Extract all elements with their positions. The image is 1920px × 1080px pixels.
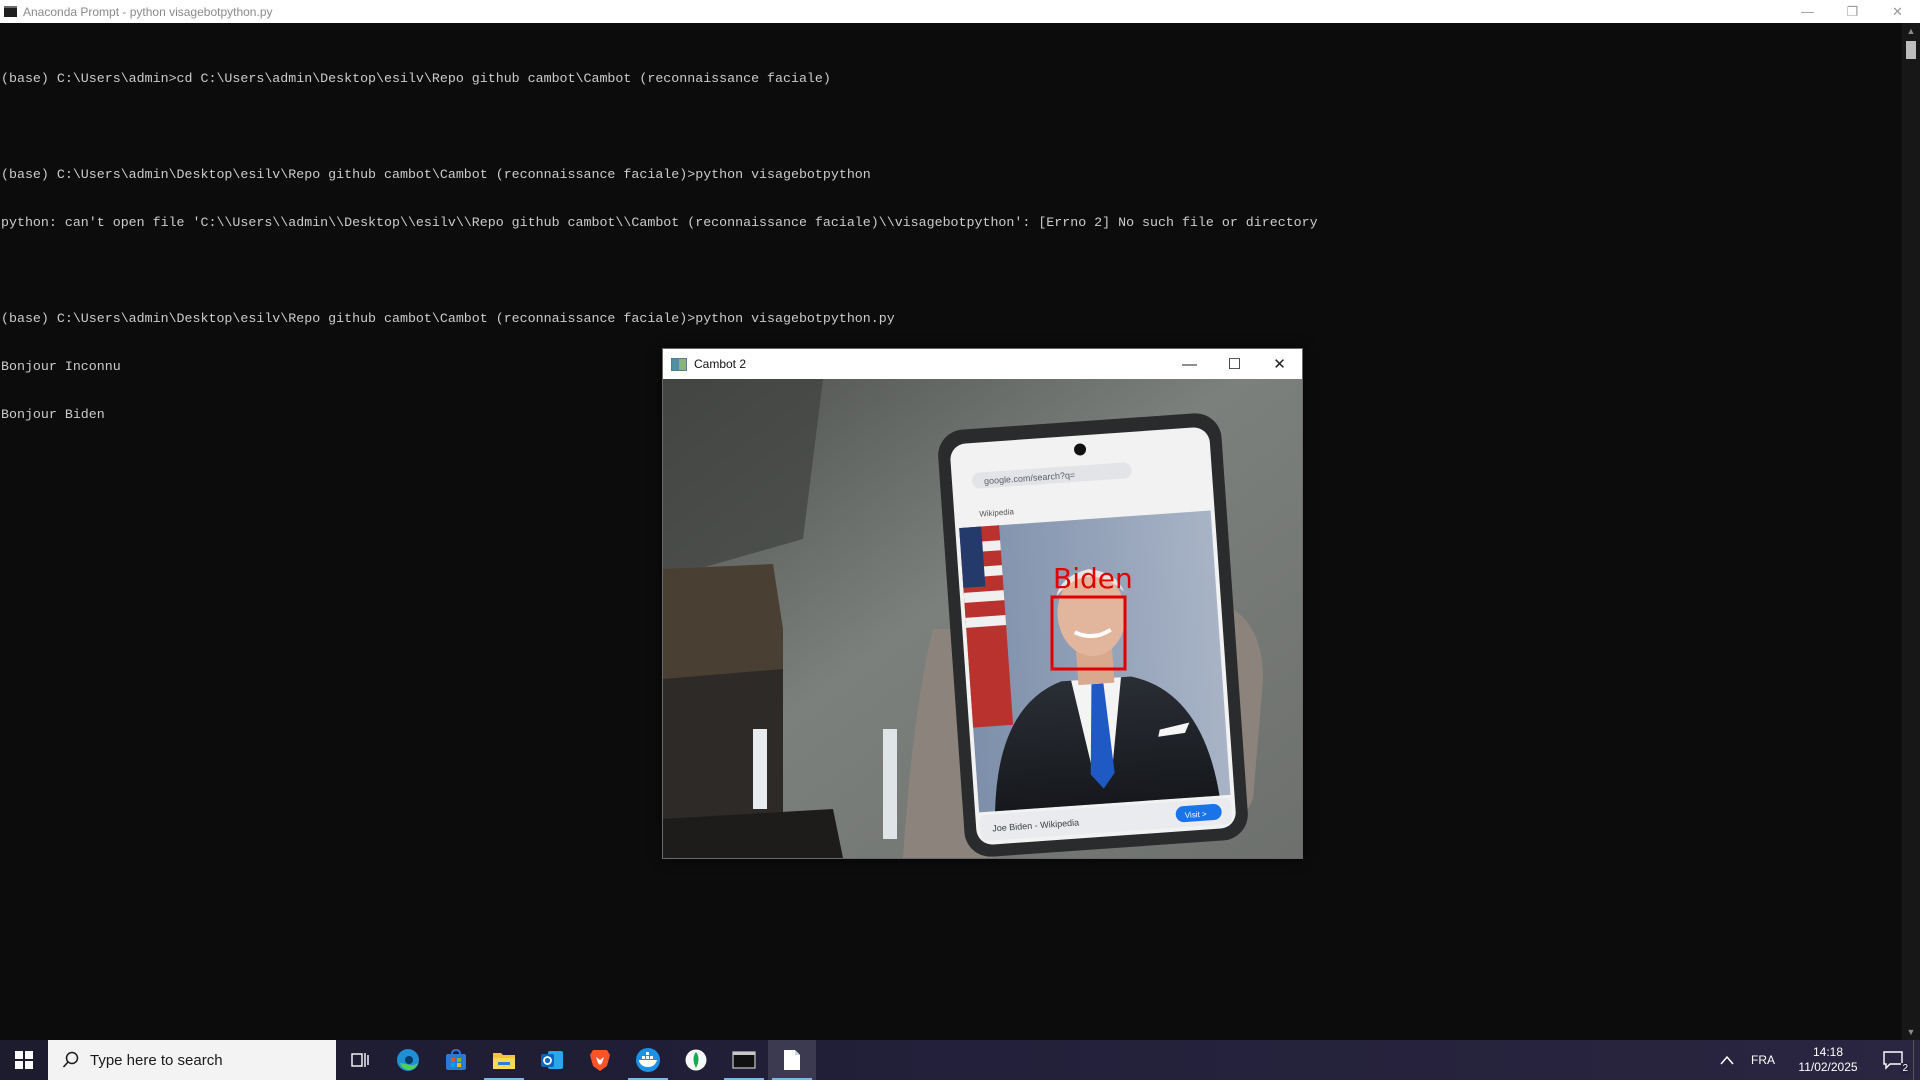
cambot-window-title: Cambot 2 bbox=[694, 357, 747, 371]
taskbar-terminal[interactable] bbox=[720, 1040, 768, 1080]
notification-count-badge: 2 bbox=[1901, 1063, 1909, 1074]
show-hidden-icons-button[interactable] bbox=[1711, 1040, 1743, 1080]
taskbar-mongodb[interactable] bbox=[672, 1040, 720, 1080]
taskbar-notepad[interactable] bbox=[768, 1040, 816, 1080]
cambot-close-button[interactable]: ✕ bbox=[1257, 349, 1302, 379]
scroll-down-arrow-icon[interactable]: ▼ bbox=[1902, 1024, 1920, 1040]
camera-feed: google.com/search?q= Wikipedia Joe Biden… bbox=[663, 379, 1302, 858]
console-line: (base) C:\Users\admin>cd C:\Users\admin\… bbox=[1, 71, 831, 86]
console-line: python: can't open file 'C:\\Users\\admi… bbox=[1, 215, 1318, 230]
docker-icon bbox=[636, 1048, 660, 1072]
console-line: (base) C:\Users\admin\Desktop\esilv\Repo… bbox=[1, 311, 895, 326]
console-scrollbar[interactable]: ▲ ▼ bbox=[1902, 23, 1920, 1040]
cambot-window[interactable]: Cambot 2 — ☐ ✕ google.com/search?q= Wiki… bbox=[662, 348, 1303, 859]
clock-time: 14:18 bbox=[1812, 1045, 1844, 1059]
console-app-icon bbox=[4, 6, 17, 17]
taskbar-store[interactable] bbox=[432, 1040, 480, 1080]
show-desktop-button[interactable] bbox=[1913, 1040, 1920, 1080]
console-restore-button[interactable]: ❐ bbox=[1830, 0, 1875, 23]
brave-icon bbox=[590, 1050, 610, 1071]
cambot-minimize-button[interactable]: — bbox=[1167, 349, 1212, 379]
taskbar-file-explorer[interactable] bbox=[480, 1040, 528, 1080]
taskbar-edge[interactable] bbox=[384, 1040, 432, 1080]
folder-icon bbox=[493, 1053, 515, 1069]
face-detection-label: Biden bbox=[1053, 562, 1133, 595]
chevron-up-icon bbox=[1720, 1055, 1734, 1065]
clock-date: 11/02/2025 bbox=[1798, 1060, 1858, 1074]
outlook-icon bbox=[541, 1051, 563, 1069]
taskbar-outlook[interactable] bbox=[528, 1040, 576, 1080]
start-button[interactable] bbox=[0, 1040, 48, 1080]
taskbar-brave[interactable] bbox=[576, 1040, 624, 1080]
taskbar-docker[interactable] bbox=[624, 1040, 672, 1080]
clock[interactable]: 14:18 11/02/2025 bbox=[1783, 1040, 1873, 1080]
task-view-icon bbox=[351, 1053, 369, 1067]
cambot-maximize-button[interactable]: ☐ bbox=[1212, 349, 1257, 379]
taskbar-search-box[interactable]: Type here to search bbox=[48, 1040, 336, 1080]
taskbar: Type here to search FRA 14:18 11/02/2025… bbox=[0, 1040, 1920, 1080]
console-minimize-button[interactable]: — bbox=[1785, 0, 1830, 23]
action-center-button[interactable]: 2 bbox=[1873, 1040, 1913, 1080]
console-window-title: Anaconda Prompt - python visagebotpython… bbox=[23, 4, 273, 19]
scrollbar-thumb[interactable] bbox=[1906, 41, 1916, 59]
store-icon bbox=[446, 1049, 466, 1070]
document-icon bbox=[784, 1050, 800, 1070]
search-placeholder: Type here to search bbox=[90, 1051, 223, 1069]
language-indicator[interactable]: FRA bbox=[1743, 1040, 1783, 1080]
terminal-icon bbox=[732, 1051, 756, 1069]
mongodb-leaf-icon bbox=[685, 1049, 707, 1071]
cambot-app-icon bbox=[671, 357, 687, 371]
edge-icon bbox=[397, 1049, 419, 1071]
search-icon bbox=[62, 1051, 79, 1068]
console-titlebar: Anaconda Prompt - python visagebotpython… bbox=[0, 0, 1920, 23]
console-close-button[interactable]: ✕ bbox=[1875, 0, 1920, 23]
cambot-titlebar[interactable]: Cambot 2 — ☐ ✕ bbox=[663, 349, 1302, 379]
console-line: (base) C:\Users\admin\Desktop\esilv\Repo… bbox=[1, 167, 871, 182]
language-label: FRA bbox=[1751, 1053, 1775, 1067]
phone-visit-button: Visit > bbox=[1185, 809, 1208, 820]
task-view-button[interactable] bbox=[336, 1040, 384, 1080]
windows-logo-icon bbox=[15, 1051, 33, 1069]
scroll-up-arrow-icon[interactable]: ▲ bbox=[1902, 23, 1920, 39]
